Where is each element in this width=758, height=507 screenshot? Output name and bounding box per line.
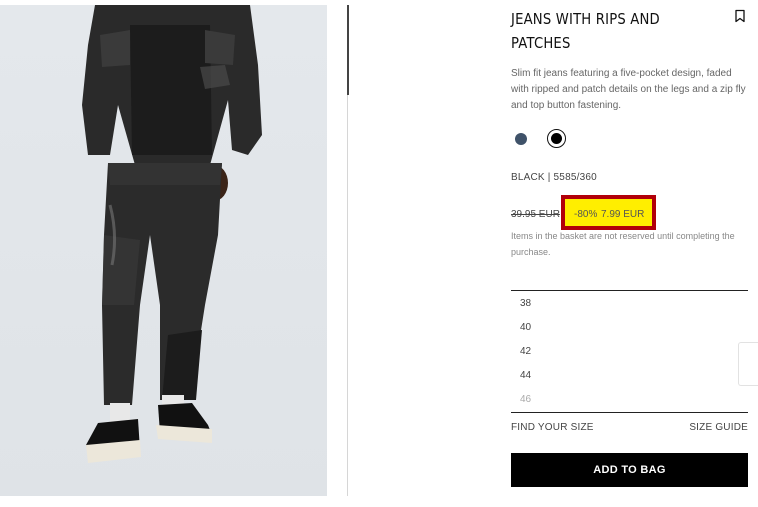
sale-price: 7.99 EUR xyxy=(601,209,645,220)
size-option-38[interactable]: 38 xyxy=(520,298,531,309)
product-info-panel: JEANS WITH RIPS AND PATCHES Slim fit jea… xyxy=(511,0,748,507)
scroll-thumb[interactable] xyxy=(347,5,349,95)
size-list: 38 40 42 44 46 xyxy=(511,290,748,413)
swatch-blue[interactable] xyxy=(515,133,527,145)
basket-note: Items in the basket are not reserved unt… xyxy=(511,231,735,257)
swatch-black-selected[interactable] xyxy=(547,129,566,148)
product-image[interactable] xyxy=(0,5,327,496)
discount-percent: -80% xyxy=(574,209,598,220)
color-reference: BLACK | 5585/360 xyxy=(511,172,597,183)
side-panel-tab[interactable] xyxy=(738,342,758,386)
size-links: FIND YOUR SIZE SIZE GUIDE xyxy=(511,422,748,436)
size-option-42[interactable]: 42 xyxy=(520,346,531,357)
model-illustration xyxy=(82,5,262,463)
product-title-line1: JEANS WITH RIPS AND xyxy=(511,10,660,28)
bookmark-icon[interactable] xyxy=(734,9,746,23)
product-title-line2: PATCHES xyxy=(511,34,571,52)
price-row: 39.95 EUR -80% 7.99 EUR xyxy=(511,195,748,230)
size-guide-link[interactable]: SIZE GUIDE xyxy=(689,422,748,433)
old-price: 39.95 EUR xyxy=(511,209,560,220)
find-your-size-link[interactable]: FIND YOUR SIZE xyxy=(511,422,594,433)
add-to-bag-button[interactable]: ADD TO BAG xyxy=(511,453,748,487)
product-title: JEANS WITH RIPS AND PATCHES xyxy=(511,7,687,55)
color-swatches xyxy=(511,128,611,150)
size-option-44[interactable]: 44 xyxy=(520,370,531,381)
size-option-40[interactable]: 40 xyxy=(520,322,531,333)
product-description: Slim fit jeans featuring a five-pocket d… xyxy=(511,68,746,111)
size-option-46[interactable]: 46 xyxy=(520,394,531,405)
